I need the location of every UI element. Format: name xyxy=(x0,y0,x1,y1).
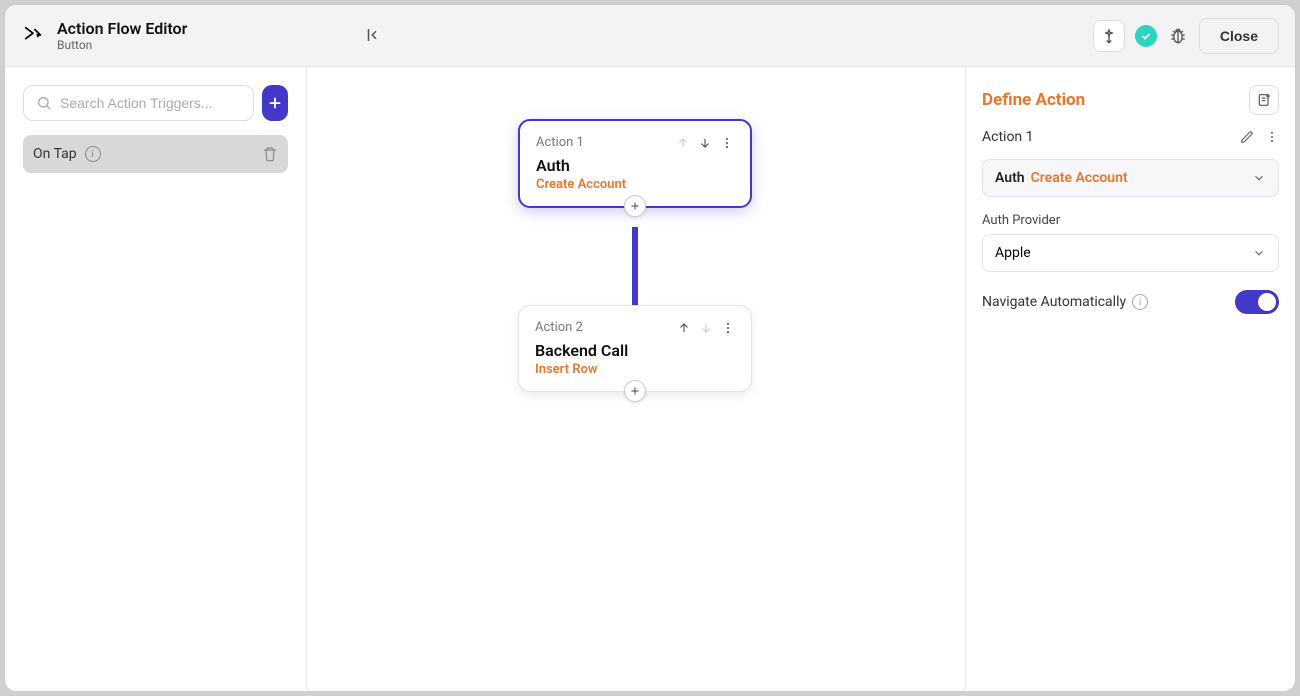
nav-auto-label: Navigate Automatically xyxy=(982,294,1126,310)
node1-title: Auth xyxy=(536,156,734,175)
action-type-main: Auth xyxy=(995,170,1025,186)
search-input-wrap[interactable] xyxy=(23,85,254,121)
action-type-select[interactable]: Auth Create Account xyxy=(982,159,1279,197)
collapse-sidebar-button[interactable] xyxy=(359,21,387,49)
auth-provider-select[interactable]: Apple xyxy=(982,234,1279,272)
move-up-icon xyxy=(676,136,690,150)
panel-action-button[interactable] xyxy=(1249,85,1279,115)
action-name-label: Action 1 xyxy=(982,129,1034,145)
trigger-label: On Tap xyxy=(33,146,77,162)
search-icon xyxy=(36,95,52,111)
trigger-item-ontap[interactable]: On Tap i xyxy=(23,135,288,173)
search-input[interactable] xyxy=(60,95,241,111)
info-icon[interactable]: i xyxy=(85,146,101,162)
auth-provider-value: Apple xyxy=(995,245,1031,261)
move-down-button[interactable] xyxy=(698,136,712,150)
node-menu-button[interactable] xyxy=(720,136,734,150)
magic-icon-button[interactable] xyxy=(1093,20,1125,52)
page-title: Action Flow Editor xyxy=(57,19,187,38)
panel-title: Define Action xyxy=(982,90,1085,110)
action-type-sub: Create Account xyxy=(1031,170,1128,186)
triggers-sidebar: On Tap i xyxy=(5,67,307,691)
flow-canvas[interactable]: Action 1 Auth Create Account Action 2 xyxy=(307,67,965,691)
node2-title: Backend Call xyxy=(535,341,735,360)
move-down-icon xyxy=(699,321,713,335)
flow-editor-icon xyxy=(21,23,45,47)
node-menu-button[interactable] xyxy=(721,321,735,335)
edit-name-button[interactable] xyxy=(1239,129,1255,145)
status-ok-icon xyxy=(1135,25,1157,47)
node2-sub: Insert Row xyxy=(535,362,735,377)
node1-sub: Create Account xyxy=(536,177,734,192)
node1-label: Action 1 xyxy=(536,135,584,150)
action-node-1[interactable]: Action 1 Auth Create Account xyxy=(518,119,752,208)
auth-provider-label: Auth Provider xyxy=(982,213,1279,228)
add-after-node2-button[interactable] xyxy=(624,380,646,402)
add-after-node1-button[interactable] xyxy=(624,195,646,217)
add-trigger-button[interactable] xyxy=(262,85,288,121)
close-button[interactable]: Close xyxy=(1199,18,1279,54)
debug-icon-button[interactable] xyxy=(1167,25,1189,47)
chevron-down-icon xyxy=(1252,246,1266,260)
move-up-button[interactable] xyxy=(677,321,691,335)
define-action-panel: Define Action Action 1 Auth Create Accou… xyxy=(965,67,1295,691)
action-menu-button[interactable] xyxy=(1265,130,1279,144)
chevron-down-icon xyxy=(1252,171,1266,185)
action-node-2[interactable]: Action 2 Backend Call Insert Row xyxy=(518,305,752,392)
page-subtitle: Button xyxy=(57,38,187,52)
nav-auto-toggle[interactable] xyxy=(1235,290,1279,314)
delete-trigger-button[interactable] xyxy=(262,146,278,162)
info-icon[interactable]: i xyxy=(1132,294,1148,310)
node2-label: Action 2 xyxy=(535,320,583,335)
